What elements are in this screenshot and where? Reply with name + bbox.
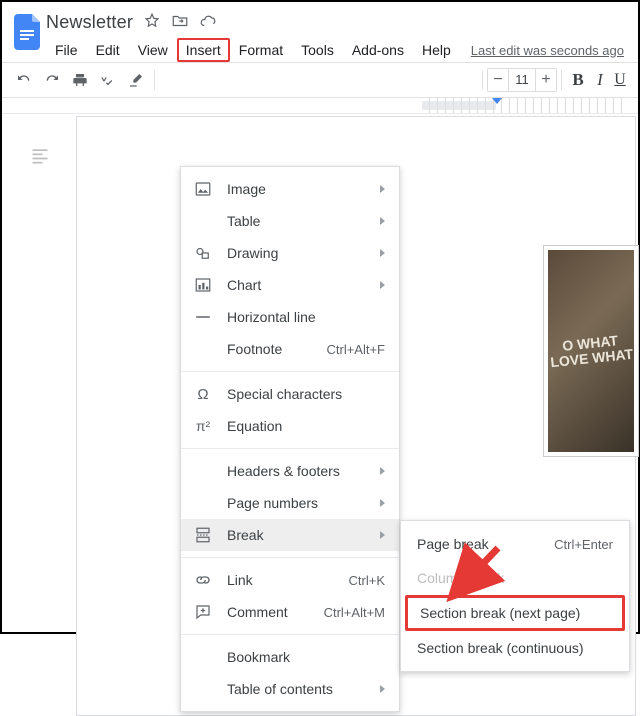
- font-size-increase[interactable]: +: [536, 68, 556, 92]
- image-icon: [193, 179, 213, 199]
- menu-file[interactable]: File: [46, 38, 87, 62]
- menu-help[interactable]: Help: [413, 38, 460, 62]
- toolbar: − 11 + B I U: [2, 62, 638, 98]
- underline-button[interactable]: U: [610, 71, 630, 89]
- insert-headers-footers[interactable]: Headers & footers: [181, 455, 399, 487]
- chevron-right-icon: [380, 499, 385, 507]
- chevron-right-icon: [380, 217, 385, 225]
- menu-format[interactable]: Format: [230, 38, 292, 62]
- chevron-right-icon: [380, 185, 385, 193]
- insert-footnote[interactable]: Footnote Ctrl+Alt+F: [181, 333, 399, 365]
- chevron-right-icon: [380, 685, 385, 693]
- break-column: Column break: [401, 561, 629, 595]
- insert-chart[interactable]: Chart: [181, 269, 399, 301]
- break-submenu: Page break Ctrl+Enter Column break Secti…: [400, 520, 630, 672]
- outline-toggle-icon[interactable]: [26, 142, 54, 170]
- chevron-right-icon: [380, 281, 385, 289]
- menu-insert[interactable]: Insert: [177, 38, 230, 62]
- chevron-right-icon: [380, 531, 385, 539]
- font-size-stepper[interactable]: − 11 +: [487, 68, 557, 92]
- break-page[interactable]: Page break Ctrl+Enter: [401, 527, 629, 561]
- redo-button[interactable]: [38, 66, 66, 94]
- comment-icon: [193, 602, 213, 622]
- docs-app-icon[interactable]: [10, 8, 46, 56]
- insert-comment[interactable]: Comment Ctrl+Alt+M: [181, 596, 399, 628]
- drawing-icon: [193, 243, 213, 263]
- horizontal-ruler[interactable]: [2, 98, 638, 114]
- insert-table-of-contents[interactable]: Table of contents: [181, 673, 399, 705]
- move-icon[interactable]: [171, 12, 189, 33]
- chevron-right-icon: [380, 249, 385, 257]
- undo-button[interactable]: [10, 66, 38, 94]
- insert-dropdown-menu: Image Table Drawing Chart Ho: [180, 166, 400, 712]
- insert-image[interactable]: Image: [181, 173, 399, 205]
- insert-equation[interactable]: π² Equation: [181, 410, 399, 442]
- cloud-status-icon[interactable]: [199, 12, 217, 33]
- pi-icon: π²: [193, 416, 213, 436]
- paint-format-button[interactable]: [122, 66, 150, 94]
- menu-edit[interactable]: Edit: [87, 38, 129, 62]
- menu-addons[interactable]: Add-ons: [343, 38, 413, 62]
- insert-special-characters[interactable]: Ω Special characters: [181, 378, 399, 410]
- insert-bookmark[interactable]: Bookmark: [181, 641, 399, 673]
- chart-icon: [193, 275, 213, 295]
- font-size-decrease[interactable]: −: [488, 68, 508, 92]
- insert-link[interactable]: Link Ctrl+K: [181, 564, 399, 596]
- spellcheck-button[interactable]: [94, 66, 122, 94]
- italic-button[interactable]: I: [590, 70, 610, 90]
- page-break-icon: [193, 525, 213, 545]
- link-icon: [193, 570, 213, 590]
- bold-button[interactable]: B: [566, 70, 590, 90]
- last-edit-link[interactable]: Last edit was seconds ago: [471, 43, 628, 58]
- insert-drawing[interactable]: Drawing: [181, 237, 399, 269]
- menu-view[interactable]: View: [129, 38, 177, 62]
- break-section-next-page[interactable]: Section break (next page): [405, 595, 625, 631]
- document-title[interactable]: Newsletter: [46, 12, 133, 33]
- insert-page-numbers[interactable]: Page numbers: [181, 487, 399, 519]
- insert-table[interactable]: Table: [181, 205, 399, 237]
- menubar: File Edit View Insert Format Tools Add-o…: [46, 38, 628, 62]
- font-size-value[interactable]: 11: [508, 68, 536, 92]
- omega-icon: Ω: [193, 384, 213, 404]
- chevron-right-icon: [380, 467, 385, 475]
- break-section-continuous[interactable]: Section break (continuous): [401, 631, 629, 665]
- document-embedded-image[interactable]: O WHAT LOVE WHAT: [544, 246, 638, 456]
- insert-horizontal-line[interactable]: Horizontal line: [181, 301, 399, 333]
- star-icon[interactable]: [143, 12, 161, 33]
- menu-tools[interactable]: Tools: [292, 38, 343, 62]
- print-button[interactable]: [66, 66, 94, 94]
- horizontal-line-icon: [193, 307, 213, 327]
- insert-break[interactable]: Break: [181, 519, 399, 551]
